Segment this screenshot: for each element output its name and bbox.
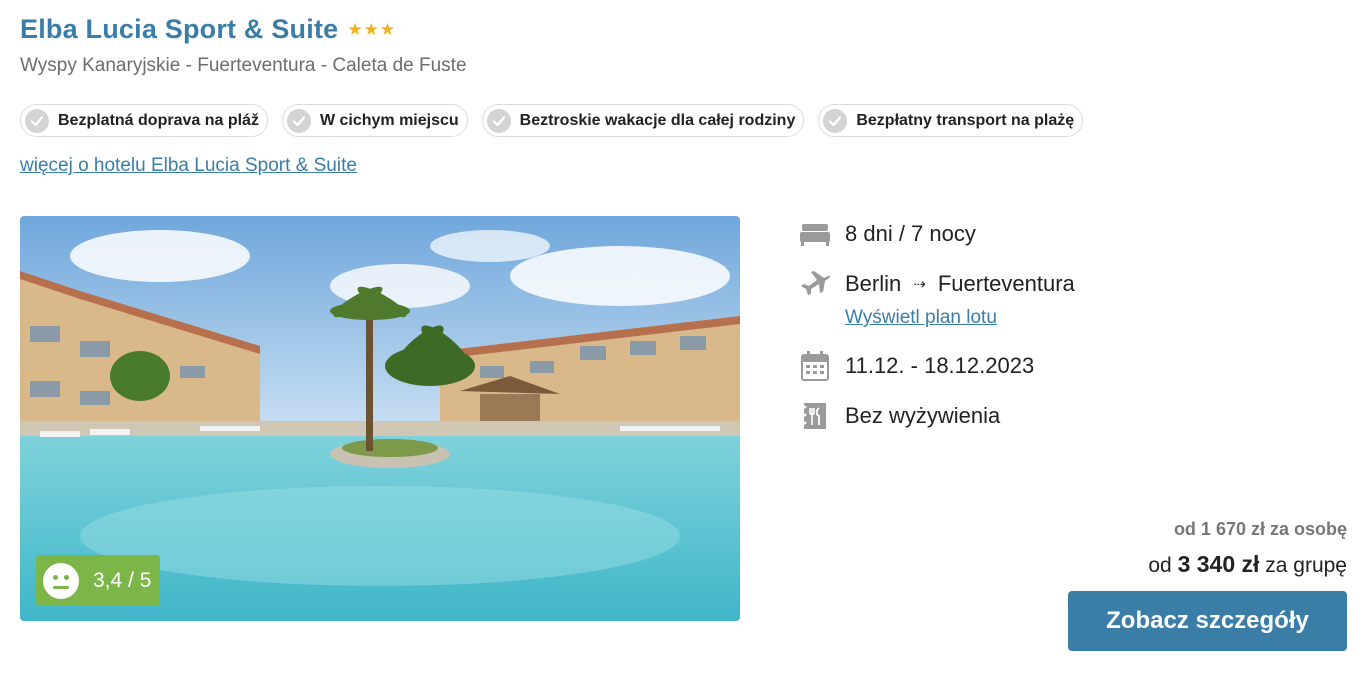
- calendar-icon: [800, 351, 830, 381]
- arrival-city: Fuerteventura: [937, 271, 1075, 296]
- title-row: Elba Lucia Sport & Suite ★ ★ ★: [20, 14, 395, 45]
- trip-dates: 11.12. - 18.12.2023: [845, 353, 1035, 378]
- bed-icon: [800, 219, 830, 249]
- price-group-suffix: za grupę: [1265, 554, 1347, 577]
- star-icon: ★: [363, 20, 379, 39]
- rating-value: 3,4 / 5: [93, 568, 152, 592]
- feature-tags: Bezplatná doprava na pláž W cichym miejs…: [20, 104, 1084, 137]
- flight-plan-link[interactable]: Wyświetl plan lotu: [845, 307, 997, 329]
- rating-badge[interactable]: 3,4 / 5: [36, 555, 161, 606]
- price-group-prefix: od: [1148, 554, 1172, 577]
- feature-tag-label: Beztroskie wakacje dla całej rodziny: [519, 111, 796, 129]
- feature-tag: Beztroskie wakacje dla całej rodziny: [481, 104, 805, 137]
- board-type: Bez wyżywienia: [845, 403, 1001, 428]
- hotel-details-link[interactable]: więcej o hotelu Elba Lucia Sport & Suite: [20, 155, 357, 177]
- duration-row: 8 dni / 7 nocy: [800, 219, 976, 249]
- check-icon: [25, 108, 49, 133]
- departure-city: Berlin: [845, 271, 902, 296]
- feature-tag-label: Bezpłatny transport na plażę: [856, 111, 1075, 129]
- route-arrow-icon: ⇢: [913, 276, 926, 293]
- hotel-title[interactable]: Elba Lucia Sport & Suite: [20, 14, 338, 45]
- star-icon: ★: [379, 20, 396, 39]
- check-icon: [286, 108, 311, 133]
- price-group-amount: 3 340 zł: [1177, 551, 1260, 577]
- star-rating: ★ ★ ★: [347, 21, 395, 38]
- see-details-button[interactable]: Zobacz szczegóły: [1068, 591, 1347, 651]
- feature-tag: W cichym miejscu: [281, 104, 468, 137]
- feature-tag-label: Bezplatná doprava na pláž: [58, 111, 259, 129]
- board-row: Bez wyżywienia: [800, 401, 1000, 431]
- hotel-location: Wyspy Kanaryjskie - Fuerteventura - Cale…: [20, 55, 467, 76]
- star-icon: ★: [347, 20, 363, 39]
- meal-icon: [800, 401, 830, 431]
- check-icon: [823, 108, 848, 133]
- feature-tag: Bezpłatny transport na plażę: [818, 104, 1084, 137]
- flight-row: Berlin ⇢ Fuerteventura: [800, 269, 1075, 299]
- check-icon: [486, 108, 511, 133]
- price-per-person: od 1 670 zł za osobę: [1173, 519, 1347, 539]
- trip-duration: 8 dni / 7 nocy: [845, 221, 976, 246]
- feature-tag: Bezplatná doprava na pláž: [20, 104, 268, 137]
- hotel-photo[interactable]: 3,4 / 5: [20, 216, 740, 621]
- neutral-face-icon: [43, 562, 79, 599]
- feature-tag-label: W cichym miejscu: [319, 111, 459, 129]
- plane-icon: [800, 269, 830, 299]
- price-group: od 3 340 zł za grupę: [1148, 551, 1347, 578]
- dates-row: 11.12. - 18.12.2023: [800, 351, 1034, 381]
